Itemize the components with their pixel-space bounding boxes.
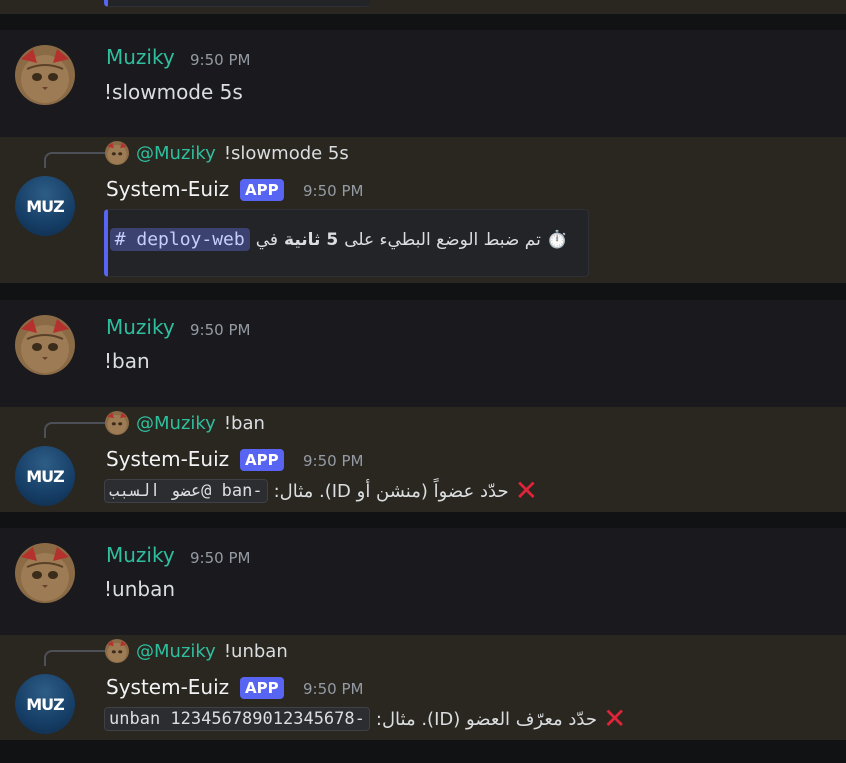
usage-example-code: -ban @عضو السبب	[104, 479, 268, 503]
bot-avatar[interactable]: MUZ	[15, 176, 75, 236]
previous-embed-edge	[104, 0, 370, 7]
cat-avatar-image	[15, 45, 75, 105]
embed-text-start: تم ضبط الوضع البطيء على	[344, 229, 541, 250]
user-avatar[interactable]	[15, 315, 75, 375]
reply-spine	[44, 422, 106, 438]
timestamp[interactable]: 9:50 PM	[190, 51, 250, 69]
reply-avatar	[105, 141, 129, 165]
bot-logo-text: MUZ	[26, 196, 65, 216]
message-bot-unban-error: @Muziky !unban MUZ System-Euiz APP 9:50 …	[0, 635, 846, 740]
message-user-ban: Muziky 9:50 PM !ban	[0, 300, 846, 407]
error-text: حدّد عضواً (منشن أو ID). مثال:	[273, 480, 509, 502]
bot-username[interactable]: System-Euiz	[106, 675, 229, 699]
cross-mark-icon: ✕	[603, 702, 627, 735]
reply-text: !slowmode 5s	[223, 142, 349, 164]
bot-username[interactable]: System-Euiz	[106, 447, 229, 471]
reply-mention[interactable]: @Muziky	[136, 641, 216, 662]
previous-message-tail	[0, 0, 846, 14]
message-text: !unban	[104, 577, 175, 601]
embed-content: ⏱️ تم ضبط الوضع البطيء على 5 ثانية في # …	[109, 228, 568, 251]
usage-example-code: -unban 123456789012345678	[104, 707, 370, 731]
bot-logo-text: MUZ	[26, 466, 65, 486]
username[interactable]: Muziky	[106, 315, 175, 339]
username[interactable]: Muziky	[106, 543, 175, 567]
timestamp[interactable]: 9:50 PM	[190, 549, 250, 567]
reply-reference[interactable]: @Muziky !slowmode 5s	[105, 141, 349, 165]
embed-card: ⏱️ تم ضبط الوضع البطيء على 5 ثانية في # …	[104, 209, 589, 277]
app-badge: APP	[240, 179, 284, 201]
timestamp[interactable]: 9:50 PM	[303, 452, 363, 470]
reply-spine	[44, 650, 106, 666]
app-badge: APP	[240, 677, 284, 699]
bot-avatar[interactable]: MUZ	[15, 674, 75, 734]
separator	[0, 512, 846, 528]
bot-username[interactable]: System-Euiz	[106, 177, 229, 201]
separator	[0, 283, 846, 300]
reply-reference[interactable]: @Muziky !unban	[105, 639, 288, 663]
embed-duration: 5 ثانية	[284, 229, 339, 250]
timestamp[interactable]: 9:50 PM	[303, 680, 363, 698]
channel-mention[interactable]: # deploy-web	[109, 228, 250, 251]
message-bot-ban-error: @Muziky !ban MUZ System-Euiz APP 9:50 PM…	[0, 407, 846, 512]
reply-reference[interactable]: @Muziky !ban	[105, 411, 265, 435]
timestamp[interactable]: 9:50 PM	[303, 182, 363, 200]
bot-avatar[interactable]: MUZ	[15, 446, 75, 506]
username[interactable]: Muziky	[106, 45, 175, 69]
app-badge: APP	[240, 449, 284, 471]
error-line: ✕ حدّد معرّف العضو (ID). مثال: -unban 12…	[104, 702, 627, 735]
reply-mention[interactable]: @Muziky	[136, 143, 216, 164]
reply-spine	[44, 152, 106, 168]
message-text: !slowmode 5s	[104, 80, 243, 104]
stopwatch-icon: ⏱️	[546, 229, 568, 250]
bot-logo-text: MUZ	[26, 694, 65, 714]
message-user-unban: Muziky 9:50 PM !unban	[0, 528, 846, 635]
separator	[0, 740, 846, 763]
reply-text: !ban	[223, 412, 265, 434]
message-bot-slowmode: @Muziky !slowmode 5s MUZ System-Euiz APP…	[0, 137, 846, 283]
message-text: !ban	[104, 349, 150, 373]
timestamp[interactable]: 9:50 PM	[190, 321, 250, 339]
reply-avatar	[105, 639, 129, 663]
message-user-slowmode: Muziky 9:50 PM !slowmode 5s	[0, 30, 846, 137]
reply-mention[interactable]: @Muziky	[136, 413, 216, 434]
error-line: ✕ حدّد عضواً (منشن أو ID). مثال: -ban @ع…	[104, 474, 539, 507]
reply-text: !unban	[223, 640, 288, 662]
cross-mark-icon: ✕	[514, 474, 539, 507]
reply-avatar	[105, 411, 129, 435]
user-avatar[interactable]	[15, 45, 75, 105]
separator	[0, 14, 846, 30]
embed-text-end: في	[255, 229, 279, 250]
user-avatar[interactable]	[15, 543, 75, 603]
error-text: حدّد معرّف العضو (ID). مثال:	[375, 708, 598, 730]
